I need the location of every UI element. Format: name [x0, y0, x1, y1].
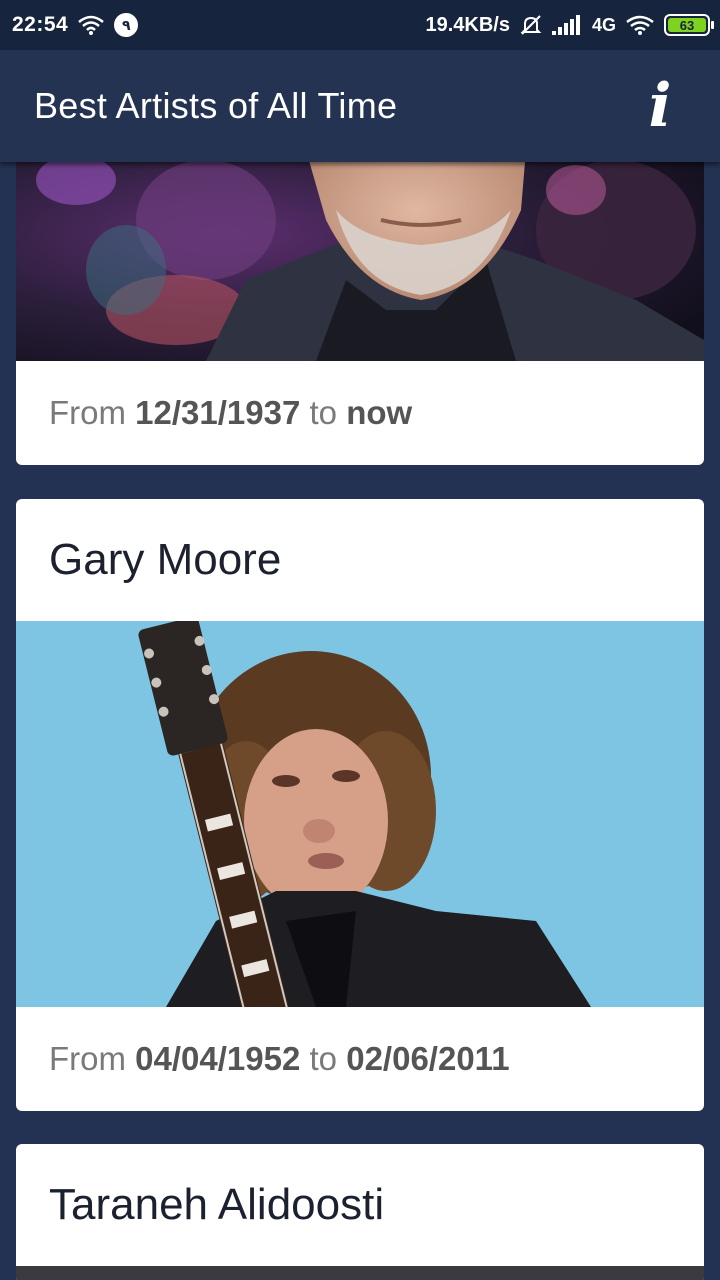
dates-to-label: to: [309, 394, 338, 431]
dates-to-label: to: [309, 1040, 338, 1077]
wifi-icon: [78, 15, 105, 35]
artist-name: Taraneh Alidoosti: [49, 1180, 385, 1229]
app-title: Best Artists of All Time: [34, 85, 398, 126]
status-bar-left: 22:54 ٩: [12, 13, 139, 37]
artist-name: Gary Moore: [49, 535, 282, 584]
info-button[interactable]: i: [640, 76, 680, 136]
battery-icon: 63: [664, 14, 714, 36]
signal-icon: [551, 15, 580, 35]
battery-level: 63: [668, 18, 706, 33]
death-date: 02/06/2011: [346, 1040, 510, 1077]
network-type: 4G: [591, 14, 616, 35]
status-bar: 22:54 ٩ 19.4KB/s 4G 63: [0, 0, 720, 50]
status-time: 22:54: [12, 13, 69, 36]
artist-photo: [16, 162, 704, 361]
app-bar: Best Artists of All Time i: [0, 50, 720, 162]
wifi-icon: [626, 15, 654, 35]
artist-card[interactable]: Gary Moore From 04/04/1952 to 02/06/2011: [16, 499, 704, 1111]
death-date: now: [346, 394, 413, 431]
birth-date: 12/31/1937: [135, 394, 301, 431]
alarm-off-icon: [520, 15, 542, 35]
dates-from-label: From: [49, 1040, 126, 1077]
artist-photo: [16, 1266, 704, 1280]
status-bar-right: 19.4KB/s 4G 63: [425, 13, 714, 37]
artist-list[interactable]: From 12/31/1937 to now Gary Moore From 0…: [16, 162, 704, 1280]
artist-dates: From 12/31/1937 to now: [16, 361, 704, 465]
dates-from-label: From: [49, 394, 126, 431]
notification-badge: ٩: [114, 13, 139, 37]
birth-date: 04/04/1952: [135, 1040, 301, 1077]
network-speed: 19.4KB/s: [425, 13, 510, 36]
artist-card[interactable]: From 12/31/1937 to now: [16, 162, 704, 465]
artist-photo: [16, 621, 704, 1007]
artist-dates: From 04/04/1952 to 02/06/2011: [16, 1007, 704, 1111]
artist-card[interactable]: Taraneh Alidoosti: [16, 1144, 704, 1280]
